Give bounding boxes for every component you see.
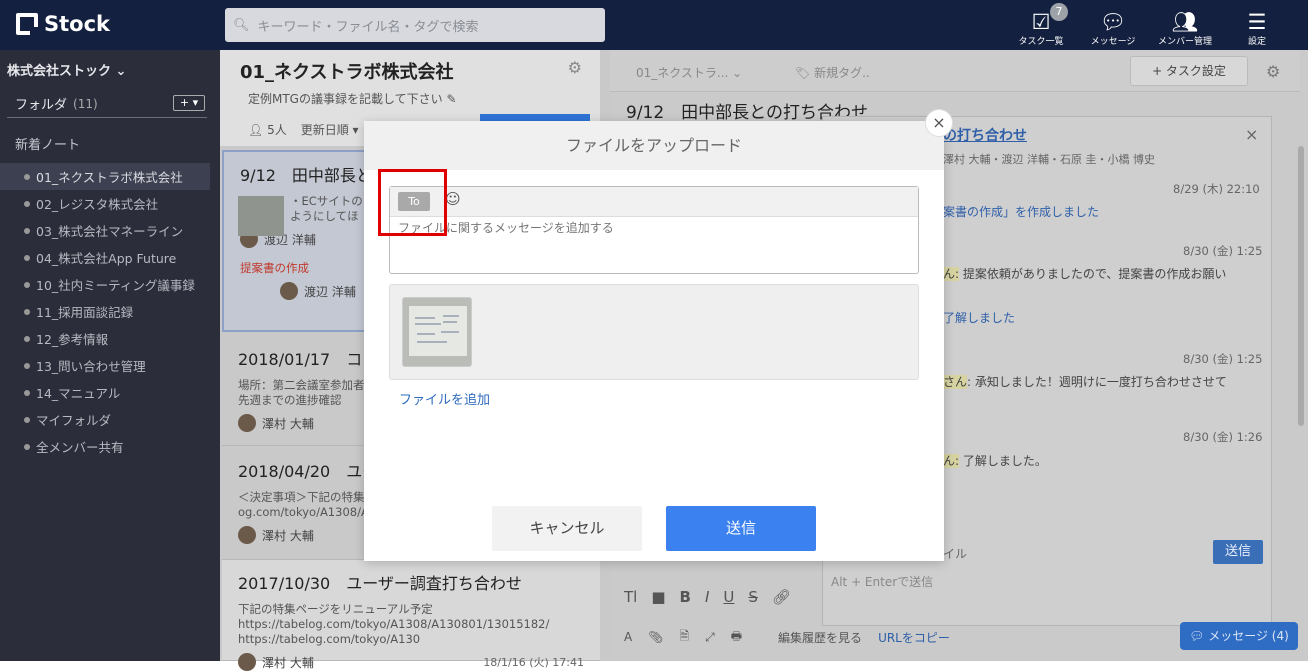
message-input[interactable] [398,221,898,235]
whiteboard-image [403,298,471,366]
upload-modal: ファイルをアップロード × To ☺ ファイルを追加 キャンセル 送信 [364,109,953,561]
send-button[interactable]: 送信 [666,506,816,551]
file-thumbnail[interactable] [402,297,472,367]
add-file-link[interactable]: ファイルを追加 [399,389,490,408]
cancel-button[interactable]: キャンセル [492,506,642,551]
emoji-icon[interactable]: ☺ [445,190,461,208]
message-tools: To ☺ [390,187,918,217]
message-editor: To ☺ [389,186,919,274]
highlight-annotation [378,169,447,236]
close-button[interactable]: × [925,109,953,137]
modal-title: ファイルをアップロード [364,121,944,170]
file-preview-area [389,284,919,380]
